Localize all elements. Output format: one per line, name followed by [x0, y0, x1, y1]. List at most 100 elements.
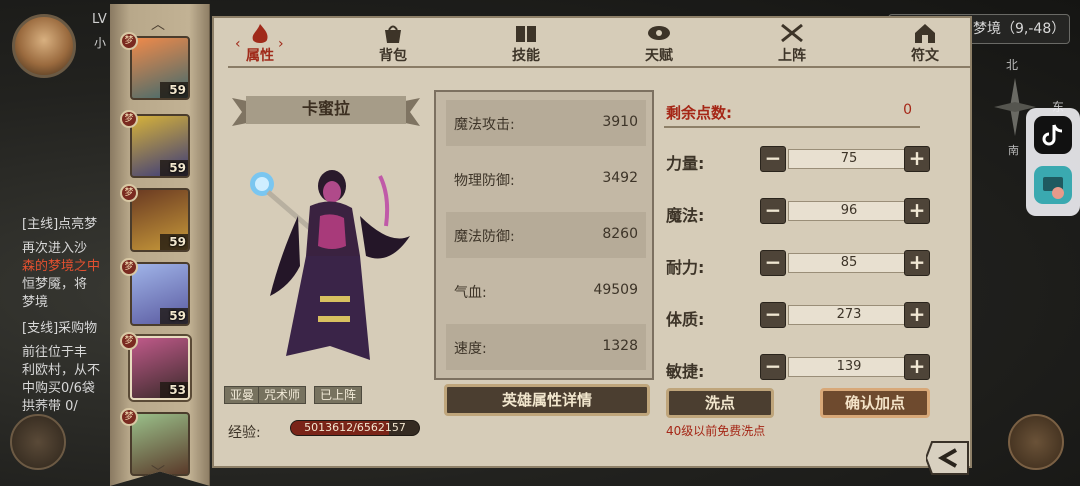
hero-card[interactable]: 59 [130, 36, 190, 100]
hero-faction-badge-icon: 梦 [120, 184, 138, 202]
game-screen: LV 小 [主线]点亮梦 再次进入沙 森的梦境之中 恒梦魇，将 梦境 [支线]采购物 前往位… [0, 0, 1080, 486]
stats-box: 魔法攻击: 3910 物理防御: 3492 魔法防御: 8260 气血: 49509 速度: 13… [434, 90, 654, 380]
tab-3[interactable]: 技能 [491, 22, 561, 66]
stat-row: 速度: 1328 [446, 324, 646, 370]
quest-line[interactable]: 利欧村，从不 [22, 362, 112, 380]
map-menu-button[interactable] [10, 414, 66, 470]
attribute-name: 魔法: [666, 206, 705, 225]
decrease-button[interactable]: − [760, 250, 786, 276]
stat-value: 3492 [602, 170, 638, 186]
hero-roster: ︿ 59 梦 59 梦 59 梦 59 梦 53 梦梦 ﹀ [110, 4, 210, 486]
tabs-divider [228, 66, 970, 68]
hero-tag: 亚曼 [224, 386, 261, 404]
remaining-points-label: 剩余点数: [666, 104, 732, 122]
hero-card[interactable]: 59 [130, 114, 190, 178]
flame-icon [252, 24, 268, 43]
stat-row: 物理防御: 3492 [446, 156, 646, 202]
player-avatar[interactable] [12, 14, 76, 78]
stat-row: 魔法攻击: 3910 [446, 100, 646, 146]
tab-label: 天赋 [645, 48, 673, 64]
quest-line[interactable]: 中购买0/6袋 [22, 380, 112, 398]
quest-line[interactable]: [主线]点亮梦 [22, 216, 112, 234]
rune-house-icon [915, 24, 935, 43]
back-arrow-icon[interactable] [926, 438, 972, 478]
reset-points-button[interactable]: 洗点 [666, 388, 774, 418]
attribute-row: 耐力: −85 + [664, 246, 930, 286]
stat-value: 49509 [593, 282, 638, 298]
hero-faction-badge-icon: 梦 [120, 332, 138, 350]
compass-south-label: 南 [1008, 144, 1019, 157]
town-button[interactable] [1008, 414, 1064, 470]
hero-faction-badge-icon: 梦 [120, 32, 138, 50]
reset-points-note: 40级以前免费洗点 [666, 424, 766, 438]
hero-card[interactable]: 59 [130, 262, 190, 326]
exp-text: 5013612/6562157 [304, 421, 406, 434]
bag-icon [385, 25, 401, 43]
point-allocation: 剩余点数: 0 力量: −75 + 魔法: −96 + 耐力: −85 + 体质: −273 + 敏捷:… [658, 90, 930, 381]
hero-name-ribbon: 卡蜜拉 [232, 92, 420, 128]
tab-5[interactable]: 上阵 [757, 22, 827, 66]
attribute-value: 273 [788, 305, 910, 325]
decrease-button[interactable]: − [760, 198, 786, 224]
quest-line[interactable]: 恒梦魇，将 [22, 276, 112, 294]
decrease-button[interactable]: − [760, 146, 786, 172]
attribute-row: 敏捷: −139 + [664, 350, 930, 390]
scroll-down-icon[interactable]: ﹀ [148, 462, 168, 481]
attribute-row: 体质: −273 + [664, 298, 930, 338]
hero-panel: ︿ 59 梦 59 梦 59 梦 59 梦 53 梦梦 ﹀ ‹ › 属性 背包 技能 天赋 上阵 符文 卡蜜… [110, 4, 972, 486]
hero-tag: 已上阵 [314, 386, 363, 404]
tab-2[interactable]: 背包 [358, 22, 428, 66]
stat-label: 魔法攻击: [454, 117, 515, 133]
hero-level: 59 [169, 235, 186, 249]
attribute-value: 96 [788, 201, 910, 221]
scroll-up-icon[interactable]: ︿ [148, 14, 168, 33]
hero-level: 59 [169, 161, 186, 175]
stat-label: 魔法防御: [454, 229, 515, 245]
stat-label: 物理防御: [454, 173, 515, 189]
tab-1[interactable]: 属性 [225, 22, 295, 66]
hero-faction-badge-icon: 梦 [120, 258, 138, 276]
attribute-name: 体质: [666, 310, 705, 329]
hero-card[interactable]: 53 [130, 336, 190, 400]
attribute-row: 魔法: −96 + [664, 194, 930, 234]
hero-name: 卡蜜拉 [301, 99, 350, 118]
tab-label: 上阵 [778, 48, 806, 64]
exp-label: 经验: [228, 425, 261, 441]
quest-line[interactable]: 再次进入沙 [22, 240, 112, 258]
stat-value: 8260 [602, 226, 638, 242]
attribute-name: 敏捷: [666, 362, 705, 381]
player-level: LV [92, 12, 107, 27]
increase-button[interactable]: + [904, 302, 930, 328]
stat-row: 气血: 49509 [446, 268, 646, 314]
tiktok-icon[interactable] [1034, 116, 1072, 154]
exp-bar: 5013612/6562157 [290, 420, 420, 436]
eye-icon [648, 26, 670, 40]
hero-faction-badge-icon: 梦 [120, 110, 138, 128]
increase-button[interactable]: + [904, 146, 930, 172]
increase-button[interactable]: + [904, 250, 930, 276]
tab-label: 技能 [512, 48, 540, 64]
stat-value: 3910 [602, 114, 638, 130]
stat-row: 魔法防御: 8260 [446, 212, 646, 258]
confirm-points-button[interactable]: 确认加点 [820, 388, 930, 418]
hero-level: 59 [169, 83, 186, 97]
tab-4[interactable]: 天赋 [624, 22, 694, 66]
attribute-value: 85 [788, 253, 910, 273]
tab-6[interactable]: 符文 [890, 22, 960, 66]
quest-line[interactable]: 森的梦境之中 [22, 258, 112, 276]
hero-details-button[interactable]: 英雄属性详情 [444, 384, 650, 416]
attribute-value: 139 [788, 357, 910, 377]
hero-card[interactable]: 59 [130, 188, 190, 252]
quest-line[interactable]: 梦境 [22, 294, 112, 312]
stat-label: 速度: [454, 341, 487, 357]
increase-button[interactable]: + [904, 354, 930, 380]
quest-line[interactable]: [支线]采购物 [22, 320, 112, 338]
decrease-button[interactable]: − [760, 302, 786, 328]
screen-record-icon[interactable] [1034, 166, 1072, 204]
increase-button[interactable]: + [904, 198, 930, 224]
decrease-button[interactable]: − [760, 354, 786, 380]
tab-label: 属性 [246, 48, 274, 64]
crossed-swords-icon [781, 23, 803, 43]
player-subtitle: 小 [94, 36, 107, 50]
quest-line[interactable]: 前往位于丰 [22, 344, 112, 362]
